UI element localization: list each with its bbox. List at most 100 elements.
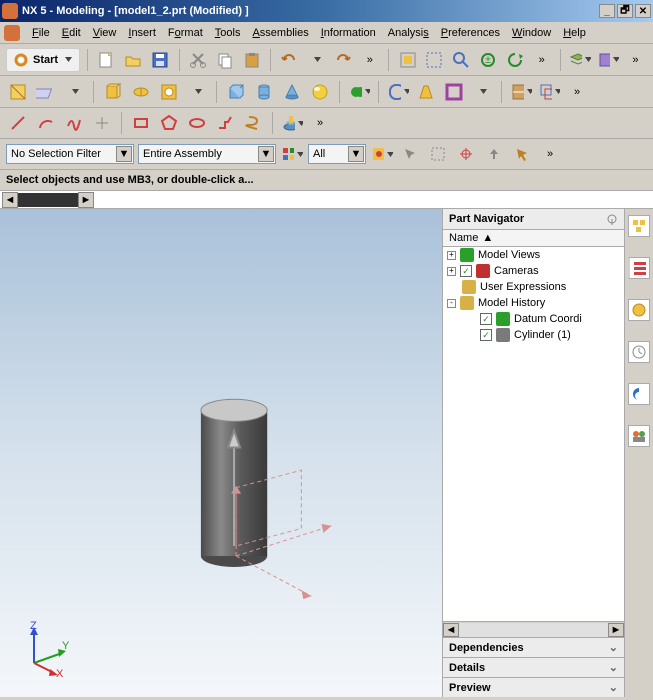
undo-dropdown[interactable] (305, 48, 328, 72)
zoom-button[interactable] (450, 48, 473, 72)
up-one-button[interactable] (482, 142, 506, 166)
menu-tools[interactable]: Tools (209, 25, 247, 41)
checkbox-icon[interactable]: ✓ (480, 329, 492, 341)
overflow-5[interactable]: » (308, 111, 332, 135)
tree-node[interactable]: User Expressions (443, 279, 624, 295)
box-sel-button[interactable] (426, 142, 450, 166)
all-filter-select[interactable]: All ▼ (308, 144, 366, 164)
menu-edit[interactable]: Edit (56, 25, 87, 41)
profile-button[interactable] (213, 111, 237, 135)
paste-button[interactable] (240, 48, 263, 72)
highlight-button[interactable] (370, 142, 394, 166)
feature-dropdown[interactable] (185, 80, 209, 104)
cross-sel-button[interactable] (454, 142, 478, 166)
menu-assemblies[interactable]: Assemblies (246, 25, 314, 41)
filter-toggle-button[interactable] (280, 142, 304, 166)
cut-button[interactable] (186, 48, 209, 72)
revolve-button[interactable] (129, 80, 153, 104)
tab-ie[interactable] (628, 383, 650, 405)
ellipse-button[interactable] (185, 111, 209, 135)
undo-button[interactable] (278, 48, 301, 72)
spline-button[interactable] (62, 111, 86, 135)
extrude-button[interactable] (101, 80, 125, 104)
layers-button[interactable] (568, 48, 592, 72)
type-filter-select[interactable]: No Selection Filter ▼ (6, 144, 134, 164)
tab-roles[interactable] (628, 425, 650, 447)
quickpick-button[interactable] (510, 142, 534, 166)
graphics-viewport[interactable]: Z Y X (0, 209, 443, 697)
trim-button[interactable] (509, 80, 533, 104)
arc-button[interactable] (34, 111, 58, 135)
rotate-button[interactable] (503, 48, 526, 72)
redo-button[interactable] (332, 48, 355, 72)
cylinder-button[interactable] (252, 80, 276, 104)
rectangle-button[interactable] (129, 111, 153, 135)
menu-help[interactable]: Help (557, 25, 592, 41)
new-button[interactable] (95, 48, 118, 72)
drafting-button[interactable] (280, 111, 304, 135)
datum-dropdown[interactable] (62, 80, 86, 104)
shell-dropdown[interactable] (470, 80, 494, 104)
close-button[interactable]: ✕ (635, 4, 651, 18)
view-tab[interactable] (18, 193, 78, 207)
checkbox-icon[interactable]: ✓ (480, 313, 492, 325)
offset-button[interactable] (537, 80, 561, 104)
datum-plane-button[interactable] (34, 80, 58, 104)
copy-button[interactable] (213, 48, 236, 72)
start-button[interactable]: Start (6, 48, 80, 72)
overflow-2[interactable]: » (530, 48, 553, 72)
dependencies-section[interactable]: Dependencies⌄ (443, 637, 624, 657)
checkbox-icon[interactable]: ✓ (460, 265, 472, 277)
tab-part-nav[interactable] (628, 257, 650, 279)
tree-node[interactable]: ✓Cylinder (1) (443, 327, 624, 343)
menu-insert[interactable]: Insert (122, 25, 162, 41)
scroll-right-icon[interactable]: ► (608, 623, 624, 637)
scroll-left-icon[interactable]: ◄ (443, 623, 459, 637)
tree-node[interactable]: +Model Views (443, 247, 624, 263)
overflow-1[interactable]: » (358, 48, 381, 72)
sphere-button[interactable] (308, 80, 332, 104)
scope-filter-select[interactable]: Entire Assembly ▼ (138, 144, 276, 164)
line-button[interactable] (6, 111, 30, 135)
tree-node[interactable]: +✓Cameras (443, 263, 624, 279)
scroll-right-button[interactable]: ► (78, 192, 94, 208)
shell-button[interactable] (442, 80, 466, 104)
menu-view[interactable]: View (87, 25, 123, 41)
edge-blend-button[interactable] (386, 80, 410, 104)
minimize-button[interactable]: _ (599, 4, 615, 18)
scroll-left-button[interactable]: ◄ (2, 192, 18, 208)
sketch-button[interactable] (6, 80, 30, 104)
menu-information[interactable]: Information (315, 25, 382, 41)
expand-icon[interactable]: + (447, 251, 456, 260)
open-button[interactable] (122, 48, 145, 72)
tree-node[interactable]: -Model History (443, 295, 624, 311)
point-button[interactable] (90, 111, 114, 135)
navigator-tree[interactable]: +Model Views+✓CamerasUser Expressions-Mo… (443, 247, 624, 621)
helix-button[interactable] (241, 111, 265, 135)
column-header[interactable]: Name ▲ (443, 230, 624, 247)
tab-assembly-nav[interactable] (628, 215, 650, 237)
menu-preferences[interactable]: Preferences (435, 25, 506, 41)
menu-format[interactable]: Format (162, 25, 209, 41)
polygon-button[interactable] (157, 111, 181, 135)
expand-icon[interactable]: + (447, 267, 456, 276)
wcs-button[interactable] (596, 48, 620, 72)
panel-header[interactable]: Part Navigator (443, 209, 624, 230)
menu-file[interactable]: File (26, 25, 56, 41)
overflow-3[interactable]: » (624, 48, 647, 72)
tab-reuse[interactable] (628, 299, 650, 321)
zoom-window-button[interactable] (423, 48, 446, 72)
menu-window[interactable]: Window (506, 25, 557, 41)
cone-button[interactable] (280, 80, 304, 104)
overflow-4[interactable]: » (565, 80, 589, 104)
zoom-in-out-button[interactable]: ± (477, 48, 500, 72)
titlebar[interactable]: NX 5 - Modeling - [model1_2.prt (Modifie… (0, 0, 653, 22)
maximize-button[interactable]: 🗗 (617, 4, 633, 18)
hole-button[interactable] (157, 80, 181, 104)
overflow-6[interactable]: » (538, 142, 562, 166)
details-section[interactable]: Details⌄ (443, 657, 624, 677)
general-sel-button[interactable] (398, 142, 422, 166)
expand-icon[interactable]: - (447, 299, 456, 308)
tree-node[interactable]: ✓Datum Coordi (443, 311, 624, 327)
save-button[interactable] (149, 48, 172, 72)
